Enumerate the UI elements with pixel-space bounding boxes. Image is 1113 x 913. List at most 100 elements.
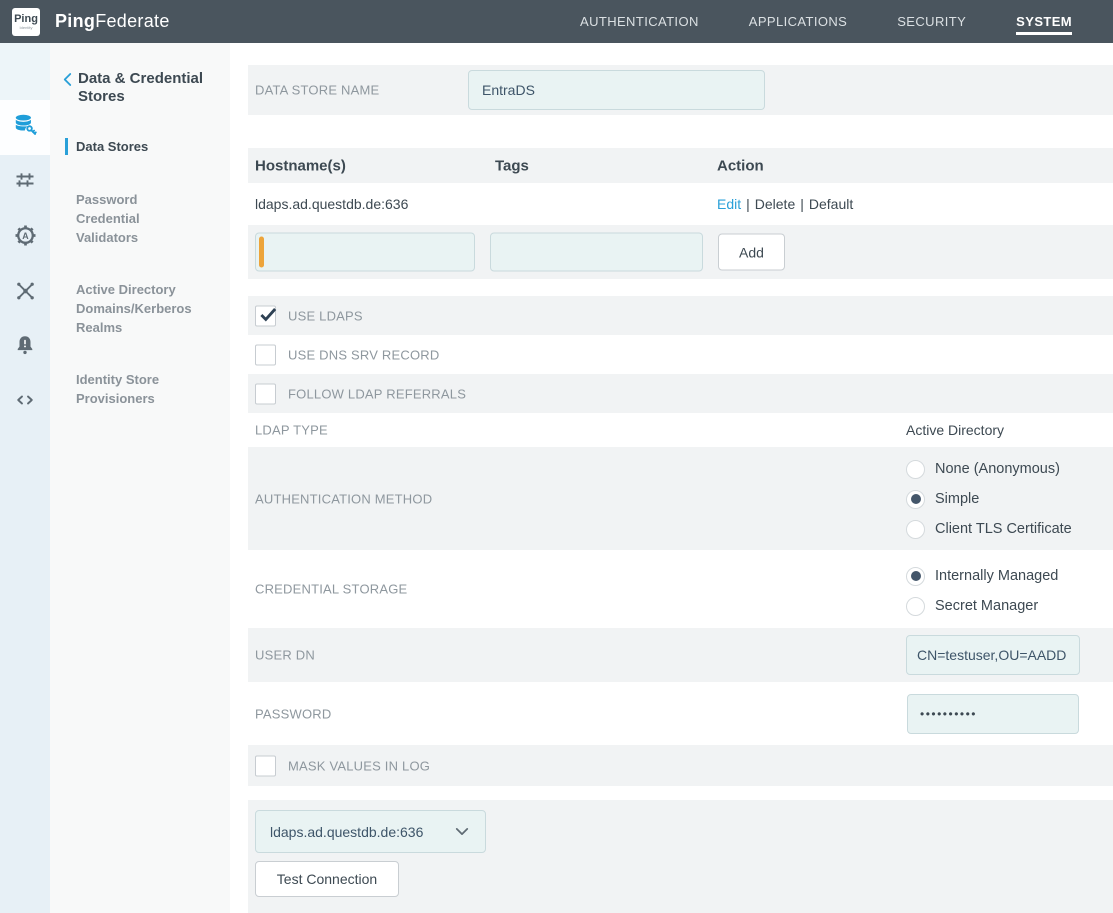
data-store-name-field-wrap: [468, 70, 765, 110]
auth-option-none: None (Anonymous): [906, 454, 1072, 484]
nav-authentication[interactable]: AUTHENTICATION: [580, 0, 699, 43]
chevron-down-icon: [455, 827, 469, 836]
product-title[interactable]: PingFederate: [55, 0, 170, 43]
ldap-type-value: Active Directory: [906, 422, 1004, 438]
rail-item-cluster-management[interactable]: [0, 265, 50, 320]
rail-item-administrative-settings[interactable]: A: [0, 210, 50, 265]
auth-option-simple: Simple: [906, 484, 1072, 514]
edit-link[interactable]: Edit: [717, 196, 741, 212]
auth-none-label: None (Anonymous): [935, 461, 1060, 477]
sidebar-item-identity-store-provisioners[interactable]: Identity Store Provisioners: [76, 370, 202, 408]
use-ldaps-row: USE LDAPS: [248, 296, 1113, 335]
auth-none-radio[interactable]: [906, 460, 925, 479]
gear-a-icon: A: [13, 223, 38, 253]
nav-system[interactable]: SYSTEM: [1016, 0, 1072, 43]
use-dns-srv-row: USE DNS SRV RECORD: [248, 335, 1113, 374]
main-content: DATA STORE NAME Hostname(s) Tags Action …: [248, 43, 1113, 913]
use-dns-srv-checkbox[interactable]: [255, 344, 276, 365]
add-host-row: Add: [248, 225, 1113, 279]
user-dn-field-wrap: [906, 635, 1080, 675]
credential-storage-label: CREDENTIAL STORAGE: [255, 582, 407, 597]
icon-rail: A: [0, 43, 50, 913]
password-field-wrap: [907, 694, 1079, 734]
internally-managed-radio[interactable]: [906, 567, 925, 586]
authentication-method-row: AUTHENTICATION METHOD None (Anonymous) S…: [248, 447, 1113, 550]
use-dns-srv-label: USE DNS SRV RECORD: [288, 347, 439, 362]
database-key-icon: [12, 112, 38, 143]
hostname-select[interactable]: ldaps.ad.questdb.de:636: [255, 810, 486, 853]
logo-subtext: Identity: [20, 25, 33, 30]
use-ldaps-checkbox[interactable]: [255, 305, 276, 326]
rail-spacer: [0, 43, 50, 100]
required-field-indicator: [259, 237, 264, 268]
back-chevron-icon[interactable]: [62, 70, 76, 106]
authentication-method-options: None (Anonymous) Simple Client TLS Certi…: [906, 454, 1072, 544]
svg-text:A: A: [22, 230, 29, 240]
logo-text: Ping: [14, 14, 38, 25]
rail-item-notifications[interactable]: [0, 320, 50, 375]
password-row: PASSWORD: [248, 682, 1113, 745]
auth-client-tls-label: Client TLS Certificate: [935, 521, 1072, 537]
ldap-type-row: LDAP TYPE Active Directory: [248, 413, 1113, 447]
follow-ldap-referrals-row: FOLLOW LDAP REFERRALS: [248, 374, 1113, 413]
storage-option-internally-managed: Internally Managed: [906, 561, 1058, 591]
user-dn-row: USER DN: [248, 628, 1113, 682]
hostname-value: ldaps.ad.questdb.de:636: [255, 196, 408, 212]
internally-managed-label: Internally Managed: [935, 568, 1058, 584]
default-link[interactable]: Default: [809, 196, 853, 212]
new-hostname-input[interactable]: [255, 233, 475, 272]
product-title-rest: Federate: [95, 11, 169, 32]
secret-manager-radio[interactable]: [906, 597, 925, 616]
credential-storage-row: CREDENTIAL STORAGE Internally Managed Se…: [248, 550, 1113, 628]
test-connection-button[interactable]: Test Connection: [255, 861, 399, 897]
secret-manager-label: Secret Manager: [935, 598, 1038, 614]
sidebar-title: Data & Credential Stores: [78, 70, 214, 106]
authentication-method-label: AUTHENTICATION METHOD: [255, 491, 432, 506]
sidebar-item-password-credential-validators[interactable]: Password Credential Validators: [76, 190, 202, 247]
checkmark-icon: [257, 303, 279, 325]
add-button[interactable]: Add: [718, 234, 785, 271]
sidebar-item-ad-domains-kerberos-realms[interactable]: Active Directory Domains/Kerberos Realms: [76, 280, 202, 337]
mask-values-checkbox[interactable]: [255, 755, 276, 776]
hosts-table-row: ldaps.ad.questdb.de:636 Edit|Delete|Defa…: [248, 183, 1113, 225]
mask-values-label: MASK VALUES IN LOG: [288, 758, 430, 773]
column-hostnames: Hostname(s): [255, 157, 346, 174]
test-connection-section: ldaps.ad.questdb.de:636 Test Connection: [248, 800, 1113, 913]
rail-item-server-configuration[interactable]: [0, 155, 50, 210]
data-store-name-row: DATA STORE NAME: [248, 65, 1113, 115]
cluster-network-icon: [13, 278, 38, 308]
row-actions: Edit|Delete|Default: [717, 196, 853, 212]
column-tags: Tags: [495, 157, 529, 174]
delete-link[interactable]: Delete: [755, 196, 795, 212]
credential-storage-options: Internally Managed Secret Manager: [906, 561, 1058, 621]
rail-item-developer-tools[interactable]: [0, 375, 50, 430]
data-store-name-label: DATA STORE NAME: [255, 83, 379, 98]
follow-ldap-referrals-checkbox[interactable]: [255, 383, 276, 404]
data-store-name-input[interactable]: [468, 70, 765, 110]
ping-identity-logo[interactable]: Ping Identity: [12, 8, 40, 36]
hostname-select-value: ldaps.ad.questdb.de:636: [270, 824, 423, 840]
password-input[interactable]: [907, 694, 1079, 734]
new-tags-field-wrap: [490, 233, 703, 272]
column-action: Action: [717, 157, 764, 174]
nav-security[interactable]: SECURITY: [897, 0, 966, 43]
user-dn-input[interactable]: [906, 635, 1080, 675]
auth-simple-radio[interactable]: [906, 490, 925, 509]
product-title-bold: Ping: [55, 11, 95, 32]
new-tags-input[interactable]: [490, 233, 703, 272]
mask-values-row: MASK VALUES IN LOG: [248, 745, 1113, 786]
top-header: Ping Identity PingFederate AUTHENTICATIO…: [0, 0, 1113, 43]
action-separator: |: [795, 196, 809, 212]
hosts-table-header: Hostname(s) Tags Action: [248, 148, 1113, 183]
nav-applications[interactable]: APPLICATIONS: [749, 0, 847, 43]
storage-option-secret-manager: Secret Manager: [906, 591, 1058, 621]
user-dn-label: USER DN: [255, 648, 315, 663]
alert-bell-icon: [13, 333, 37, 362]
auth-option-client-tls: Client TLS Certificate: [906, 514, 1072, 544]
sidebar-item-data-stores[interactable]: Data Stores: [76, 137, 202, 156]
rail-item-data-credential-stores[interactable]: [0, 100, 50, 155]
follow-ldap-referrals-label: FOLLOW LDAP REFERRALS: [288, 386, 466, 401]
auth-client-tls-radio[interactable]: [906, 520, 925, 539]
auth-simple-label: Simple: [935, 491, 979, 507]
sliders-icon: [13, 168, 37, 197]
